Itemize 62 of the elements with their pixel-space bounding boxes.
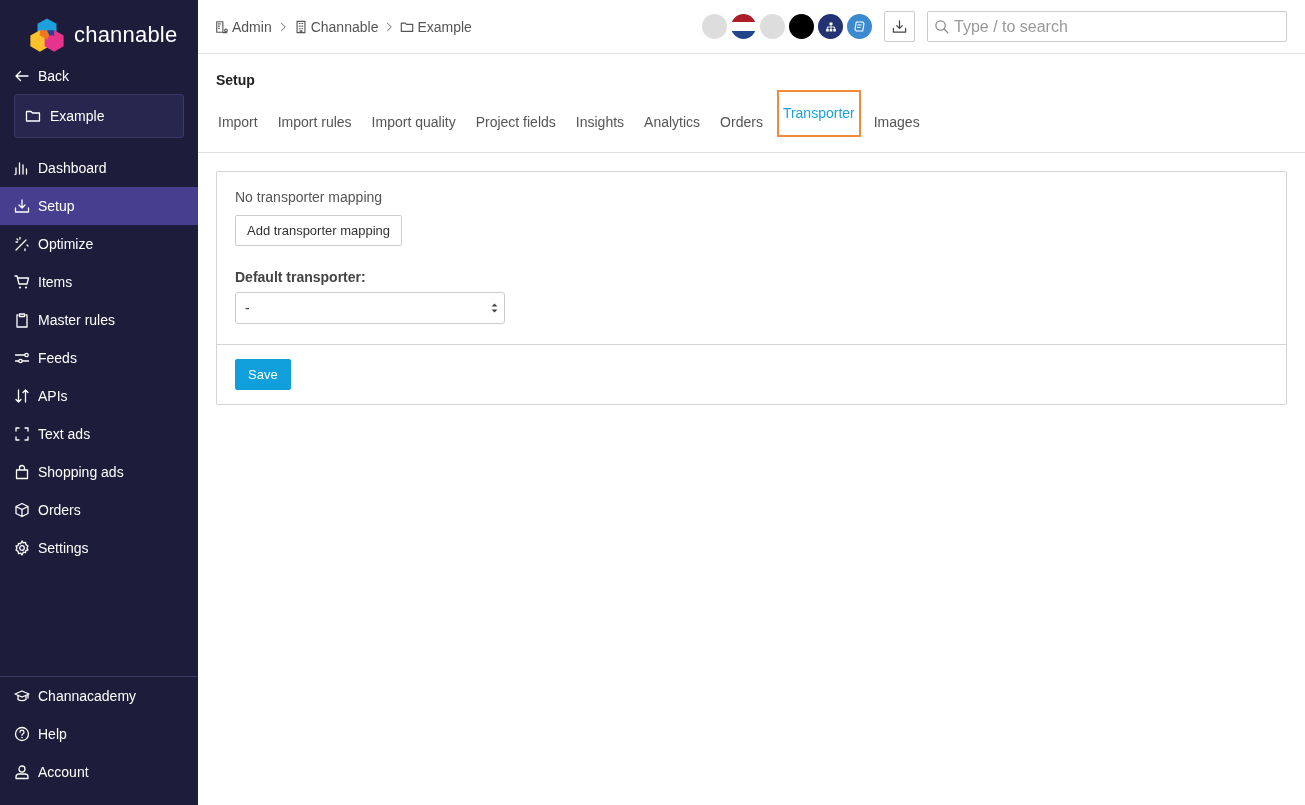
nav-item[interactable]: Channacademy — [0, 677, 198, 715]
page-title: Setup — [216, 72, 256, 90]
graduation-cap-icon — [14, 688, 30, 704]
folder-icon — [25, 108, 41, 124]
box-icon — [14, 502, 30, 518]
transporter-select[interactable]: - — [235, 292, 505, 324]
download-tray-icon — [892, 19, 907, 34]
nav-item[interactable]: Orders — [0, 491, 198, 529]
clipboard-icon — [14, 312, 30, 328]
tab[interactable]: Import rules — [270, 106, 359, 138]
tab[interactable]: Project fields — [468, 106, 563, 138]
project-selector[interactable]: Example — [14, 94, 184, 138]
nav-item[interactable]: Setup — [0, 187, 198, 225]
tab[interactable]: Insights — [568, 106, 632, 138]
up-down-arrows-icon — [14, 388, 30, 404]
add-mapping-button[interactable]: Add transporter mapping — [235, 215, 403, 246]
nav-item[interactable]: Dashboard — [0, 149, 198, 187]
empty-message: No transporter mapping — [235, 189, 384, 205]
avatar-placeholder[interactable] — [789, 14, 814, 39]
hexagon-logo-icon — [28, 16, 66, 54]
arrow-left-icon — [14, 68, 30, 84]
nav-item[interactable]: Optimize — [0, 225, 198, 263]
building-user-icon — [215, 19, 229, 34]
nav-item[interactable]: Help — [0, 715, 198, 753]
download-tray-icon — [14, 198, 30, 214]
field-label: Default transporter: — [235, 269, 367, 285]
frame-corners-icon — [14, 426, 30, 442]
tab[interactable]: Import — [211, 106, 265, 138]
gear-icon — [14, 540, 30, 556]
shopping-bag-icon — [14, 464, 30, 480]
nav-item[interactable]: Text ads — [0, 415, 198, 453]
nav-item[interactable]: Shopping ads — [0, 453, 198, 491]
cart-icon — [14, 274, 30, 290]
sort-arrows-icon — [490, 302, 499, 314]
building-icon — [293, 19, 308, 34]
breadcrumb-link[interactable]: Channable — [293, 18, 379, 35]
scroll-icon — [853, 20, 866, 33]
logo-wordmark: channable — [74, 22, 178, 48]
sliders-icon — [14, 350, 30, 366]
search-field[interactable]: Type / to search — [927, 11, 1287, 42]
tab[interactable]: Import quality — [364, 106, 463, 138]
user-icon — [14, 764, 30, 780]
nav-item[interactable]: Master rules — [0, 301, 198, 339]
scroll-button[interactable] — [847, 14, 872, 39]
tab[interactable]: Orders — [713, 106, 770, 138]
nav-item[interactable]: Feeds — [0, 339, 198, 377]
folder-icon — [400, 19, 415, 34]
hierarchy-icon — [824, 20, 837, 33]
nav-item[interactable]: Settings — [0, 529, 198, 567]
breadcrumb-link[interactable]: Admin — [215, 18, 272, 35]
download-button[interactable] — [884, 11, 915, 42]
nav-item[interactable]: Items — [0, 263, 198, 301]
nav-item[interactable]: APIs — [0, 377, 198, 415]
tab[interactable]: Images — [866, 106, 927, 138]
nav-item[interactable]: Account — [0, 753, 198, 791]
back-link[interactable]: Back — [0, 58, 198, 94]
magic-wand-icon — [14, 236, 30, 252]
tab[interactable]: Analytics — [637, 106, 708, 138]
bar-chart-icon — [14, 160, 30, 176]
hierarchy-button[interactable] — [818, 14, 843, 39]
breadcrumb-link[interactable]: Example — [400, 18, 472, 35]
help-icon — [14, 726, 30, 742]
